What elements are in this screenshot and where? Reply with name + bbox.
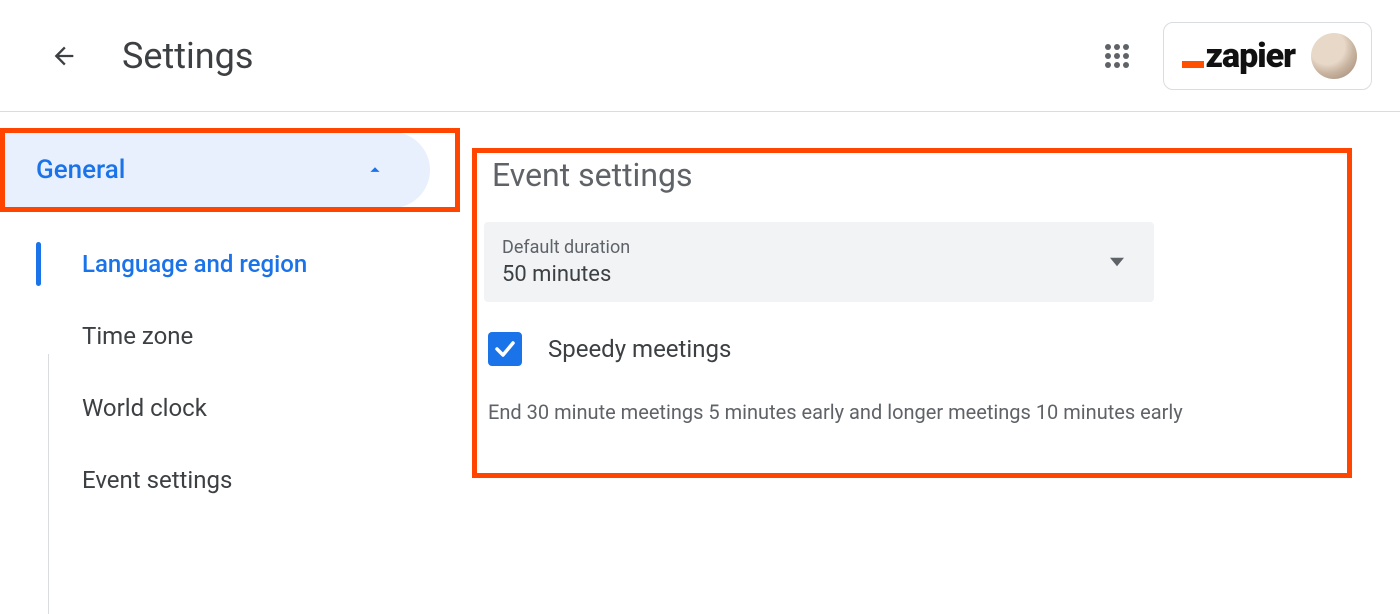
highlight-annotation-content xyxy=(472,148,1352,478)
main-layout: General Language and region Time zone Wo… xyxy=(0,112,1400,516)
account-chip[interactable]: zapier xyxy=(1163,22,1372,90)
sidebar-item-label: Language and region xyxy=(82,250,307,278)
select-label: Default duration xyxy=(502,237,630,258)
apps-launcher-button[interactable] xyxy=(1093,32,1141,80)
sidebar-item-label: Time zone xyxy=(82,322,193,350)
speedy-meetings-label: Speedy meetings xyxy=(548,335,731,363)
select-text: Default duration 50 minutes xyxy=(502,237,630,287)
sidebar-item-language-and-region[interactable]: Language and region xyxy=(36,228,460,300)
speedy-meetings-checkbox[interactable] xyxy=(488,332,522,366)
caret-down-icon xyxy=(1110,255,1124,269)
default-duration-select[interactable]: Default duration 50 minutes xyxy=(484,222,1154,302)
page-title: Settings xyxy=(122,35,253,77)
avatar[interactable] xyxy=(1311,33,1357,79)
sidebar-item-world-clock[interactable]: World clock xyxy=(36,372,460,444)
chevron-up-icon xyxy=(364,159,386,181)
speedy-meetings-helper-text: End 30 minute meetings 5 minutes early a… xyxy=(484,400,1352,424)
apps-grid-icon xyxy=(1105,44,1129,68)
speedy-meetings-row: Speedy meetings xyxy=(484,332,1352,366)
sidebar-section-general[interactable]: General xyxy=(0,132,430,208)
sidebar-item-label: World clock xyxy=(82,394,207,422)
brand-accent-icon xyxy=(1182,61,1204,68)
settings-content: Event settings Default duration 50 minut… xyxy=(460,112,1400,516)
content-section-title: Event settings xyxy=(484,156,1352,194)
settings-sidebar: General Language and region Time zone Wo… xyxy=(0,112,460,516)
sidebar-item-label: Event settings xyxy=(82,466,232,494)
sidebar-section-label: General xyxy=(36,155,125,185)
sidebar-item-event-settings[interactable]: Event settings xyxy=(36,444,460,516)
arrow-left-icon xyxy=(50,42,78,70)
back-button[interactable] xyxy=(44,36,84,76)
select-value: 50 minutes xyxy=(502,262,630,287)
sidebar-item-time-zone[interactable]: Time zone xyxy=(36,300,460,372)
app-header: Settings zapier xyxy=(0,0,1400,112)
sidebar-items: Language and region Time zone World cloc… xyxy=(0,208,460,516)
brand-text: zapier xyxy=(1206,36,1295,76)
check-icon xyxy=(493,337,517,361)
brand-logo: zapier xyxy=(1182,36,1295,76)
